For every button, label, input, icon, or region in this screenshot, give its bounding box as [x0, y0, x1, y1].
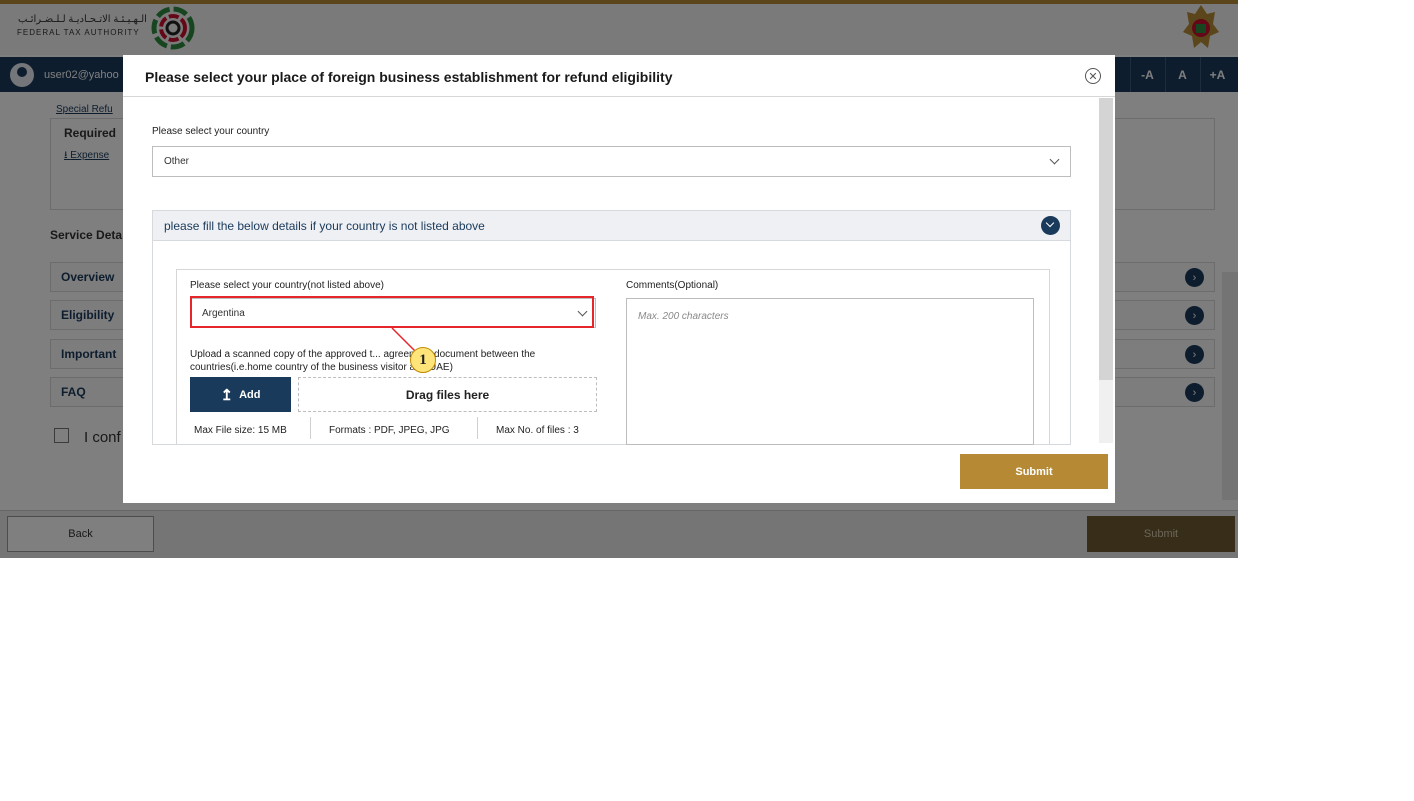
app-window: الـهـيـئـة الاتـحـاديـة لـلـضـرائـب FEDE…	[0, 0, 1238, 558]
annotation-callout-badge: 1	[410, 347, 436, 373]
annotation-leader-line	[391, 327, 417, 353]
